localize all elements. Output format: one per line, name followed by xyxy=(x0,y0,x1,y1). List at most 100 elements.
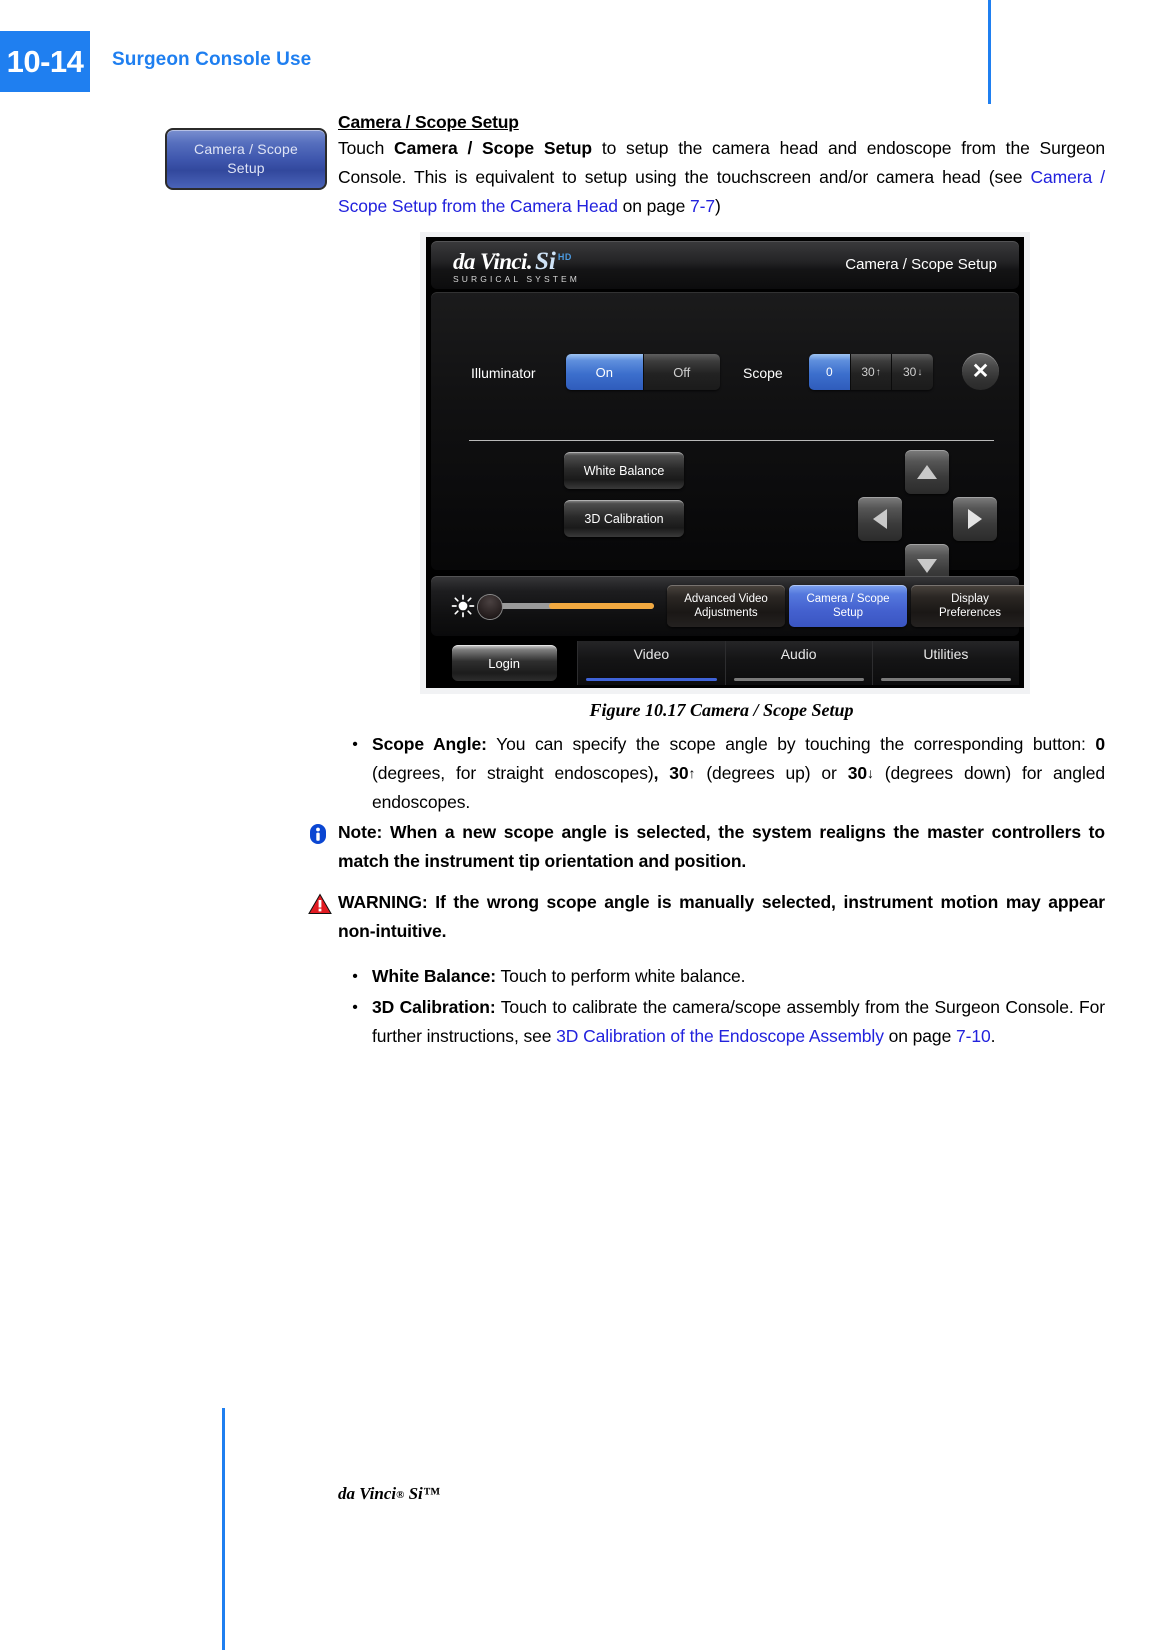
scope-angle-0-label: 0 xyxy=(825,365,833,379)
3d-calibration-term: 3D Calibration: xyxy=(372,997,496,1017)
scope-angle-30-up-label: 30 xyxy=(861,365,875,379)
footer-brand-name: da Vinci xyxy=(338,1484,397,1503)
list-item-text: Scope Angle: You can specify the scope a… xyxy=(372,730,1105,817)
tab-video[interactable]: Video xyxy=(577,641,725,685)
section-body: Camera / Scope Setup Touch Camera / Scop… xyxy=(338,112,1105,221)
scope-angle-30-down-button[interactable]: 30 ↓ xyxy=(892,354,933,390)
section-heading: Camera / Scope Setup xyxy=(338,112,519,132)
warning-label: WARNING: xyxy=(338,892,428,912)
camera-scope-setup-button-graphic: Camera / Scope Setup xyxy=(165,128,327,190)
advanced-video-adjustments-button[interactable]: Advanced Video Adjustments xyxy=(667,585,785,627)
davinci-logo: da Vinci. Si HD SURGICAL SYSTEM xyxy=(453,248,580,284)
warning-icon-wrap xyxy=(308,888,338,946)
touchscreen-figure: da Vinci. Si HD SURGICAL SYSTEM Camera / S… xyxy=(420,232,1030,694)
touchscreen-screen-title: Camera / Scope Setup xyxy=(845,256,997,273)
tab-audio[interactable]: Audio xyxy=(724,641,872,685)
warning-triangle-icon xyxy=(308,893,332,914)
brand-registered-mark: . xyxy=(526,249,533,274)
note-block: Note: When a new scope angle is selected… xyxy=(308,818,1105,876)
bullet-marker: • xyxy=(352,968,358,985)
para-bold-term: Camera / Scope Setup xyxy=(394,138,593,158)
touchscreen-tab-bar: Login Video Audio Utilities xyxy=(431,641,1019,685)
scope-angle-30-up-button[interactable]: 30 ↑ xyxy=(850,354,893,390)
list-item-white-balance: • White Balance: Touch to perform white … xyxy=(338,962,1105,991)
dpad-up-button[interactable] xyxy=(905,450,949,494)
panel-divider xyxy=(469,440,994,441)
illuminator-off-button[interactable]: Off xyxy=(643,354,720,390)
scope-angle-0-button[interactable]: 0 xyxy=(809,354,851,390)
display-preferences-button[interactable]: Display Preferences xyxy=(911,585,1024,627)
para-text-d: on page xyxy=(617,196,690,216)
camera-scope-setup-toolbar-button[interactable]: Camera / Scope Setup xyxy=(789,585,907,627)
brand-subtitle: SURGICAL SYSTEM xyxy=(453,274,580,284)
link-3d-calibration-endoscope-assembly[interactable]: 3D Calibration of the Endoscope Assembly xyxy=(556,1026,884,1046)
arrow-down-icon: ↓ xyxy=(917,366,923,378)
3d-calibration-text-c: . xyxy=(990,1026,996,1046)
tab-video-label: Video xyxy=(633,646,670,662)
tab-utilities[interactable]: Utilities xyxy=(871,641,1019,685)
illuminator-segmented-control[interactable]: On Off xyxy=(566,354,720,390)
tool-display-line1: Display xyxy=(951,593,989,605)
warning-block: WARNING: If the wrong scope angle is man… xyxy=(308,888,1105,946)
touchscreen-titlebar: da Vinci. Si HD SURGICAL SYSTEM Camera / S… xyxy=(431,241,1019,289)
white-balance-button[interactable]: White Balance xyxy=(564,452,684,489)
touchscreen-display: da Vinci. Si HD SURGICAL SYSTEM Camera / S… xyxy=(426,237,1024,688)
para-text-a: Touch xyxy=(338,138,395,158)
tool-camera-line1: Camera / Scope xyxy=(806,593,890,605)
note-text: Note: When a new scope angle is selected… xyxy=(338,822,1105,871)
side-button-label-line2: Setup xyxy=(227,160,265,176)
up-arrow-icon xyxy=(917,465,937,479)
scope-angle-segmented-control[interactable]: 0 30 ↑ 30 ↓ xyxy=(809,354,933,390)
close-icon[interactable]: ✕ xyxy=(962,353,999,390)
tab-utilities-underline xyxy=(880,678,1011,681)
illuminator-label: Illuminator xyxy=(471,365,536,381)
info-icon xyxy=(310,824,326,844)
link-page-7-7[interactable]: 7-7 xyxy=(690,196,715,216)
scope-angle-bullet-list: • Scope Angle: You can specify the scope… xyxy=(338,730,1105,819)
brand-hd-badge: HD xyxy=(557,252,572,262)
list-item-3d-calibration: • 3D Calibration: Touch to calibrate the… xyxy=(338,993,1105,1051)
dpad-right-button[interactable] xyxy=(953,497,997,541)
touchscreen-bezel: da Vinci. Si HD SURGICAL SYSTEM Camera / S… xyxy=(420,232,1030,694)
tool-camera-line2: Setup xyxy=(832,607,864,619)
arrow-up-icon: ↑ xyxy=(875,366,881,378)
list-item-text: White Balance: Touch to perform white ba… xyxy=(372,962,1105,991)
header-rule xyxy=(988,0,991,104)
touchscreen-toolbar: Advanced Video Adjustments Camera / Scop… xyxy=(431,576,1024,636)
scope-angle-30-down-label: 30 xyxy=(903,365,917,379)
brightness-slider-knob[interactable] xyxy=(478,595,502,619)
warning-text: WARNING: If the wrong scope angle is man… xyxy=(338,888,1105,946)
list-item-text: 3D Calibration: Touch to calibrate the c… xyxy=(372,993,1105,1051)
tab-login[interactable]: Login xyxy=(431,641,577,685)
footer-rule xyxy=(222,1408,225,1650)
figure-caption: Figure 10.17 Camera / Scope Setup xyxy=(589,700,854,720)
brand-name: da Vinci xyxy=(453,249,527,274)
side-button-label-line1: Camera / Scope xyxy=(194,141,298,157)
footer-brand: da Vinci® Si™ xyxy=(338,1484,440,1504)
link-page-7-10[interactable]: 7-10 xyxy=(956,1026,991,1046)
footer-model: Si™ xyxy=(404,1484,440,1503)
3d-calibration-button[interactable]: 3D Calibration xyxy=(564,500,684,537)
tab-utilities-label: Utilities xyxy=(923,646,969,662)
page-number-badge: 10-14 xyxy=(0,31,90,92)
list-item-scope-angle: • Scope Angle: You can specify the scope… xyxy=(338,730,1105,817)
tool-advanced-line2: Adjustments xyxy=(694,607,758,619)
3d-calibration-text-b: on page xyxy=(883,1026,956,1046)
controls-bullet-list: • White Balance: Touch to perform white … xyxy=(338,962,1105,1053)
tool-display-line2: Preferences xyxy=(938,607,1001,619)
tool-advanced-line1: Advanced Video xyxy=(684,593,768,605)
tab-audio-underline xyxy=(733,678,864,681)
scope-angle-text-b: (degrees, for straight endoscopes) xyxy=(372,763,654,783)
note-icon-wrap xyxy=(308,818,338,876)
bullet-marker: • xyxy=(352,736,358,753)
down-arrow-icon xyxy=(917,559,937,573)
arrow-down-icon: ↓ xyxy=(866,765,874,781)
login-button-label: Login xyxy=(451,645,557,681)
bullet-marker: • xyxy=(352,999,358,1016)
dpad-left-button[interactable] xyxy=(858,497,902,541)
illuminator-on-button[interactable]: On xyxy=(566,354,644,390)
tab-video-underline xyxy=(586,678,717,681)
brightness-sun-icon xyxy=(451,594,475,618)
scope-angle-value-30-down: 30 xyxy=(847,763,867,783)
running-head: Surgeon Console Use xyxy=(112,49,312,70)
